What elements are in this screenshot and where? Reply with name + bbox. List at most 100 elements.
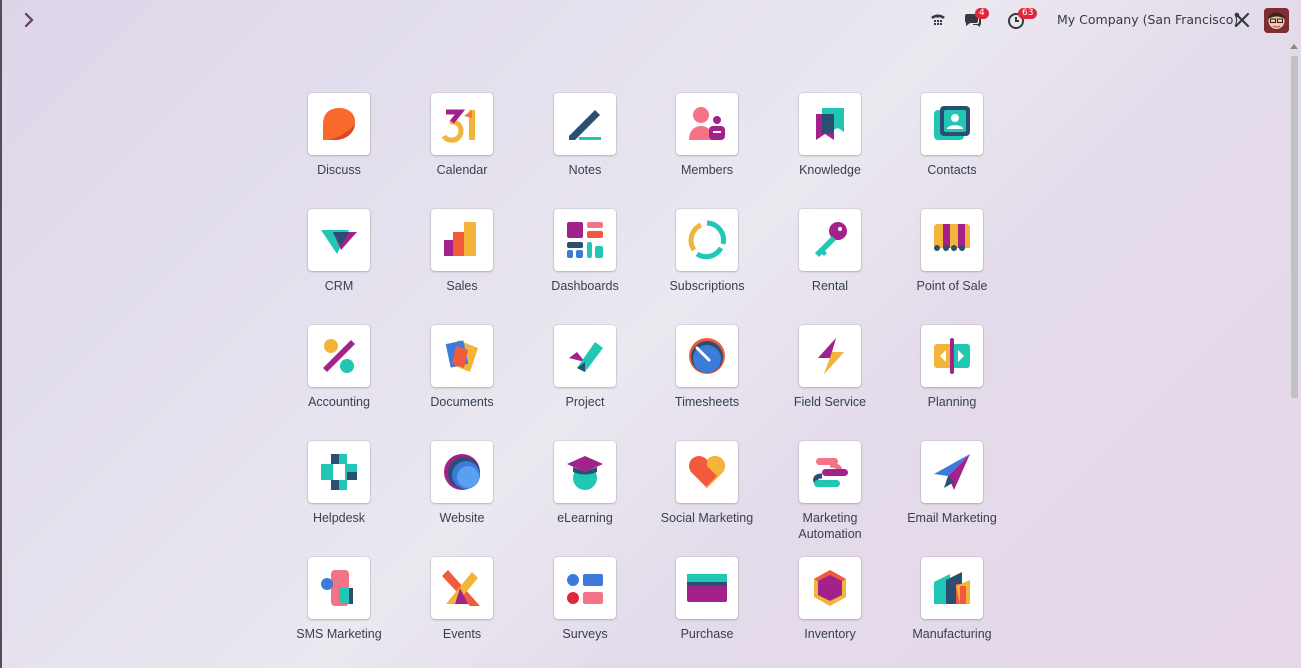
app-elearning[interactable]: eLearning [525, 441, 645, 551]
app-website[interactable]: Website [402, 441, 522, 551]
point-of-sale-icon [921, 209, 983, 271]
app-label: Email Marketing [907, 511, 997, 525]
debug-tools-icon[interactable] [1232, 10, 1252, 30]
phone-icon[interactable] [928, 10, 948, 30]
discuss-icon [308, 93, 370, 155]
app-label: Marketing Automation [798, 511, 862, 541]
app-label: Inventory [804, 627, 856, 641]
app-label: Planning [927, 395, 977, 409]
app-label: Knowledge [799, 163, 861, 177]
app-label: Point of Sale [916, 279, 988, 293]
app-label: Surveys [562, 627, 608, 641]
dashboards-icon [554, 209, 616, 271]
events-icon [431, 557, 493, 619]
app-sms-marketing[interactable]: SMS Marketing [279, 557, 399, 667]
app-label: Members [680, 163, 734, 177]
app-inventory[interactable]: Inventory [770, 557, 890, 667]
app-crm[interactable]: CRM [279, 209, 399, 319]
app-members[interactable]: Members [647, 93, 767, 203]
expand-menu-icon[interactable] [20, 10, 40, 30]
email-marketing-icon [921, 441, 983, 503]
marketing-automation-icon [799, 441, 861, 503]
app-project[interactable]: Project [525, 325, 645, 435]
app-label: Field Service [793, 395, 867, 409]
app-field-service[interactable]: Field Service [770, 325, 890, 435]
timesheets-icon [676, 325, 738, 387]
top-bar: 4 63 My Company (San Francisco) [2, 0, 1301, 40]
app-rental[interactable]: Rental [770, 209, 890, 319]
app-label: SMS Marketing [296, 627, 382, 641]
elearning-icon [554, 441, 616, 503]
inventory-icon [799, 557, 861, 619]
app-label: Timesheets [674, 395, 740, 409]
app-sales[interactable]: Sales [402, 209, 522, 319]
app-purchase[interactable]: Purchase [647, 557, 767, 667]
sales-icon [431, 209, 493, 271]
app-surveys[interactable]: Surveys [525, 557, 645, 667]
app-label: Social Marketing [660, 511, 754, 525]
app-planning[interactable]: Planning [892, 325, 1012, 435]
app-timesheets[interactable]: Timesheets [647, 325, 767, 435]
accounting-icon [308, 325, 370, 387]
app-label: Calendar [436, 163, 488, 177]
app-notes[interactable]: Notes [525, 93, 645, 203]
company-switcher[interactable]: My Company (San Francisco) [1057, 12, 1238, 27]
app-label: Helpdesk [312, 511, 366, 525]
app-email-marketing[interactable]: Email Marketing [892, 441, 1012, 551]
scroll-up-arrow-icon[interactable] [1290, 44, 1298, 49]
app-label: Events [442, 627, 482, 641]
app-label: Dashboards [551, 279, 619, 293]
app-dashboards[interactable]: Dashboards [525, 209, 645, 319]
app-label: Contacts [927, 163, 977, 177]
contacts-icon [921, 93, 983, 155]
app-label: Website [439, 511, 485, 525]
knowledge-icon [799, 93, 861, 155]
app-discuss[interactable]: Discuss [279, 93, 399, 203]
app-label: Discuss [317, 163, 361, 177]
app-label: Manufacturing [912, 627, 992, 641]
crm-icon [308, 209, 370, 271]
app-label: Subscriptions [669, 279, 745, 293]
social-marketing-icon [676, 441, 738, 503]
app-knowledge[interactable]: Knowledge [770, 93, 890, 203]
app-label: Rental [811, 279, 849, 293]
app-helpdesk[interactable]: Helpdesk [279, 441, 399, 551]
app-label: Purchase [680, 627, 734, 641]
documents-icon [431, 325, 493, 387]
messages-icon[interactable]: 4 [963, 8, 989, 30]
app-events[interactable]: Events [402, 557, 522, 667]
notes-icon [554, 93, 616, 155]
app-social-marketing[interactable]: Social Marketing [647, 441, 767, 551]
activities-badge: 63 [1018, 8, 1038, 19]
helpdesk-icon [308, 441, 370, 503]
manufacturing-icon [921, 557, 983, 619]
sms-marketing-icon [308, 557, 370, 619]
app-point-of-sale[interactable]: Point of Sale [892, 209, 1012, 319]
app-marketing-automation[interactable]: Marketing Automation [770, 441, 890, 551]
subscriptions-icon [676, 209, 738, 271]
app-label: Documents [430, 395, 494, 409]
app-documents[interactable]: Documents [402, 325, 522, 435]
app-label: Project [565, 395, 605, 409]
app-label: Notes [568, 163, 602, 177]
app-manufacturing[interactable]: Manufacturing [892, 557, 1012, 667]
app-accounting[interactable]: Accounting [279, 325, 399, 435]
app-label: eLearning [557, 511, 613, 525]
app-label: CRM [324, 279, 354, 293]
app-contacts[interactable]: Contacts [892, 93, 1012, 203]
planning-icon [921, 325, 983, 387]
app-label: Accounting [308, 395, 370, 409]
app-subscriptions[interactable]: Subscriptions [647, 209, 767, 319]
purchase-icon [676, 557, 738, 619]
scrollbar-thumb[interactable] [1291, 56, 1298, 398]
rental-icon [799, 209, 861, 271]
app-calendar[interactable]: Calendar [402, 93, 522, 203]
activities-clock-icon[interactable]: 63 [1007, 8, 1038, 30]
surveys-icon [554, 557, 616, 619]
website-icon [431, 441, 493, 503]
user-avatar[interactable] [1264, 8, 1289, 33]
calendar-icon [431, 93, 493, 155]
messages-badge: 4 [975, 8, 989, 19]
members-icon [676, 93, 738, 155]
app-label: Sales [446, 279, 478, 293]
